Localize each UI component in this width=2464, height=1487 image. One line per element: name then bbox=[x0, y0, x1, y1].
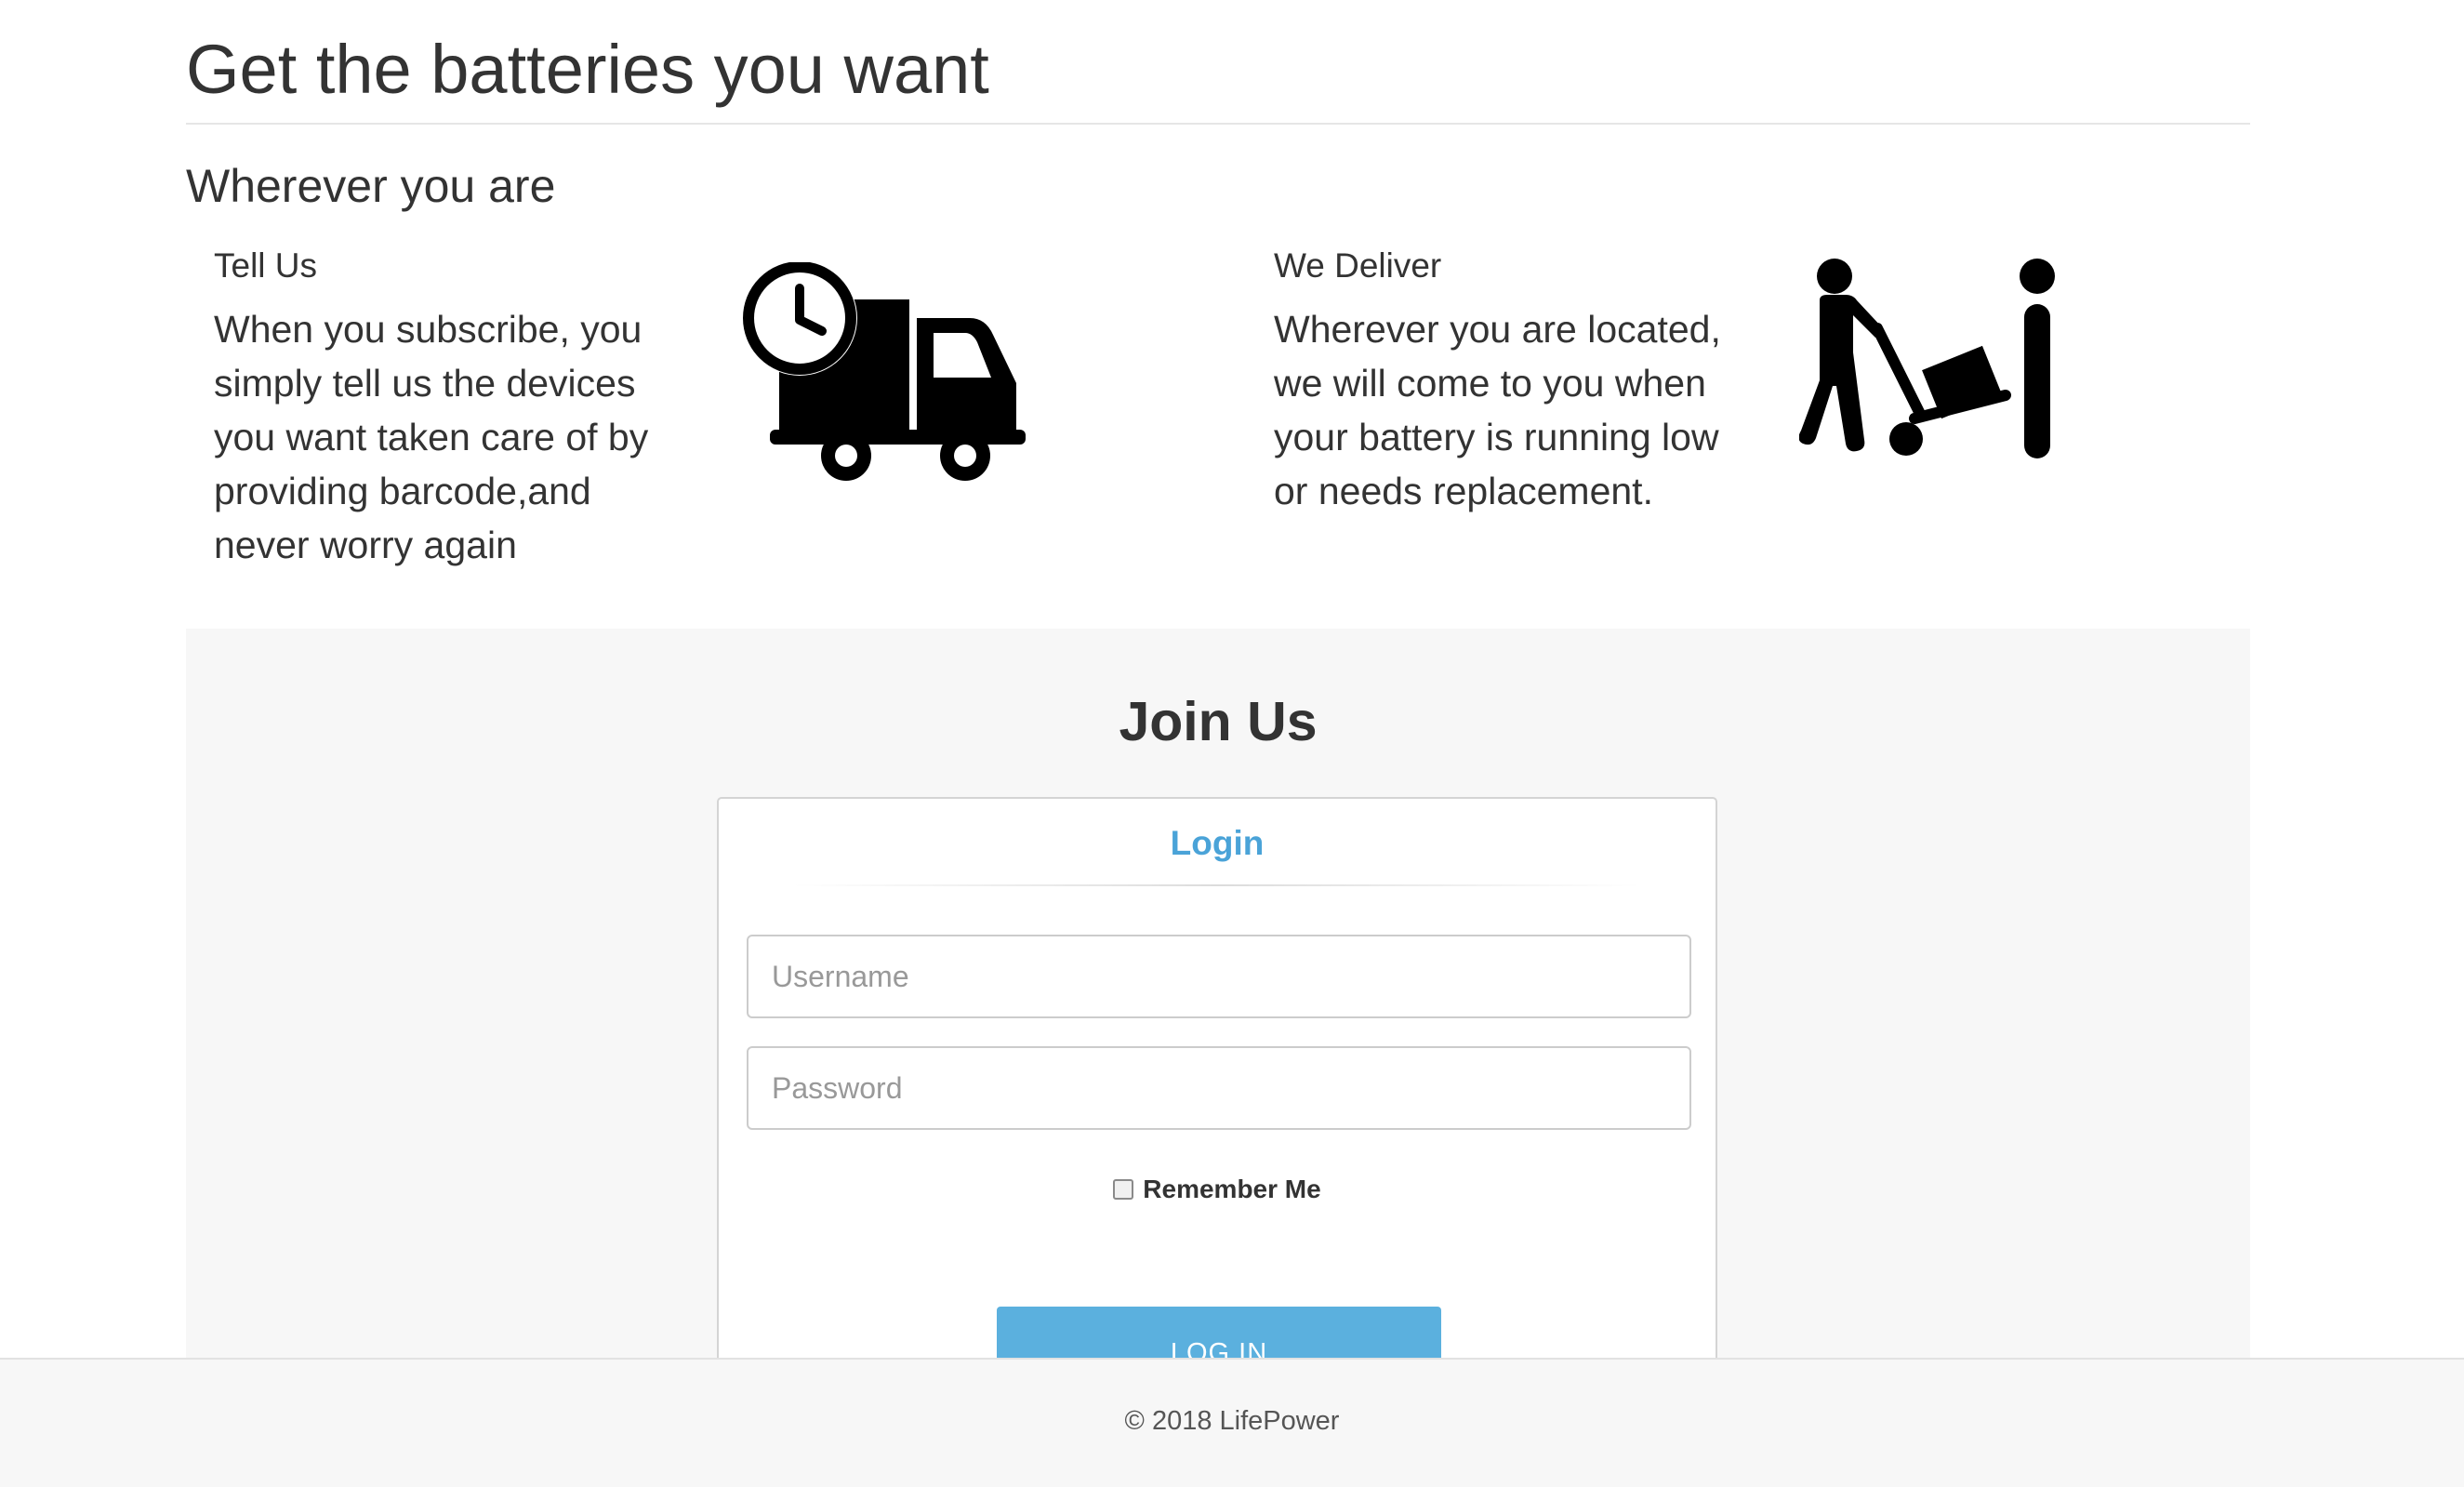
feature-text-line: we will come to you when bbox=[1274, 362, 1706, 405]
title-divider bbox=[186, 123, 2250, 125]
username-input[interactable] bbox=[747, 935, 1691, 1018]
feature-text-line: never worry again bbox=[214, 524, 517, 566]
copyright-text: © 2018 LifePower bbox=[1124, 1406, 1340, 1436]
feature-text-tell-us: When you subscribe, you simply tell us t… bbox=[214, 302, 697, 572]
feature-text-line: or needs replacement. bbox=[1274, 470, 1653, 512]
login-form: Login Remember Me LOG IN bbox=[717, 797, 1717, 1400]
login-divider bbox=[793, 884, 1641, 886]
feature-text-line: your battery is running low bbox=[1274, 416, 1719, 458]
page-title: Get the batteries you want bbox=[186, 31, 989, 108]
remember-me-checkbox[interactable] bbox=[1113, 1179, 1134, 1200]
remember-me-label[interactable]: Remember Me bbox=[1143, 1175, 1320, 1203]
join-us-section: Join Us Login Remember Me LOG IN bbox=[186, 629, 2250, 1400]
person-hand-truck-delivery-icon bbox=[1799, 259, 2055, 458]
password-input[interactable] bbox=[747, 1046, 1691, 1130]
footer: © 2018 LifePower bbox=[0, 1358, 2464, 1487]
join-us-title: Join Us bbox=[1119, 691, 1318, 752]
feature-text-line: Wherever you are located, bbox=[1274, 308, 1721, 351]
page-subtitle: Wherever you are bbox=[186, 160, 556, 212]
feature-text-line: providing barcode,and bbox=[214, 470, 591, 512]
feature-text-line: you want taken care of by bbox=[214, 416, 649, 458]
feature-heading-we-deliver: We Deliver bbox=[1274, 246, 1442, 285]
feature-text-we-deliver: Wherever you are located, we will come t… bbox=[1274, 302, 1757, 518]
login-title: Login bbox=[1170, 824, 1265, 862]
remember-me-row: Remember Me bbox=[719, 1171, 1716, 1208]
delivery-truck-clock-icon bbox=[742, 262, 1026, 481]
feature-heading-tell-us: Tell Us bbox=[214, 246, 318, 285]
feature-text-line: simply tell us the devices bbox=[214, 362, 636, 405]
feature-text-line: When you subscribe, you bbox=[214, 308, 642, 351]
